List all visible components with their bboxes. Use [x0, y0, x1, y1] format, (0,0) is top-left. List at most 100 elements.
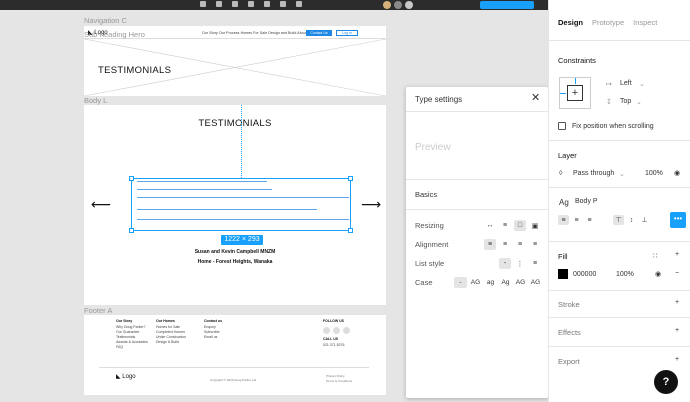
footer-link[interactable]: Email us	[204, 335, 222, 340]
hand-tool-icon[interactable]	[280, 1, 286, 7]
tab-design[interactable]: Design	[558, 18, 583, 27]
facebook-icon[interactable]	[323, 327, 330, 334]
share-button[interactable]	[480, 1, 534, 9]
resize-handle[interactable]	[129, 228, 134, 233]
resizing-options: ↔ ≡ □ ▣	[484, 220, 541, 231]
align-middle-icon[interactable]: ↕	[626, 215, 637, 225]
comment-tool-icon[interactable]	[296, 1, 302, 7]
tab-prototype[interactable]: Prototype	[592, 18, 624, 27]
align-right-icon[interactable]: ≡	[584, 215, 595, 225]
remove-fill-icon[interactable]: −	[675, 270, 679, 277]
constraints-widget[interactable]: +	[559, 77, 591, 109]
arrow-right-icon[interactable]: ⟶	[361, 196, 381, 213]
align-right-icon[interactable]: ≡	[514, 239, 526, 250]
resize-handle[interactable]	[348, 228, 353, 233]
shape-tool-icon[interactable]	[232, 1, 238, 7]
case-forced-small-caps-option[interactable]: AG	[529, 277, 542, 288]
add-fill-icon[interactable]: +	[675, 251, 679, 258]
add-export-icon[interactable]: +	[675, 356, 679, 363]
hero-frame[interactable]: TESTIMONIALS	[83, 38, 387, 97]
avatar[interactable]	[394, 1, 402, 9]
case-small-caps-option[interactable]: AG	[514, 277, 527, 288]
footer-link[interactable]: Design & Build	[156, 340, 186, 345]
linkedin-icon[interactable]	[343, 327, 350, 334]
constraint-left-indicator[interactable]	[560, 93, 566, 94]
eye-icon[interactable]: ◉	[674, 169, 680, 177]
chevron-down-icon[interactable]: ⌄	[639, 80, 645, 88]
align-justify-icon[interactable]: ≡	[529, 239, 541, 250]
toolbar-tool-icons[interactable]	[200, 1, 340, 9]
auto-height-icon[interactable]: ≡	[499, 220, 511, 231]
add-effect-icon[interactable]: +	[675, 327, 679, 334]
constraint-vertical-select[interactable]: Top	[620, 98, 631, 105]
avatar[interactable]	[405, 1, 413, 9]
add-stroke-icon[interactable]: +	[675, 299, 679, 306]
case-none-option[interactable]: -	[454, 277, 467, 288]
nav-login-button[interactable]: Log in	[336, 30, 358, 36]
close-icon[interactable]: ✕	[531, 91, 540, 104]
frame-label-footer[interactable]: Footer A	[84, 306, 112, 315]
selected-text-layer[interactable]: Doug Parker Ltd designed and built our W…	[129, 176, 353, 233]
fill-hex[interactable]: 000000	[573, 271, 596, 278]
frame-label-body[interactable]: Body L	[84, 96, 107, 105]
frame-tool-icon[interactable]	[216, 1, 222, 7]
chevron-down-icon[interactable]: ⌄	[619, 170, 625, 178]
case-title-option[interactable]: Ag	[499, 277, 512, 288]
footer-link[interactable]: FAQ	[116, 345, 148, 350]
frame-label-hero[interactable]: Sub-heading Hero	[84, 30, 145, 39]
footer-phone[interactable]: 021 371 8276	[323, 343, 350, 348]
style-grid-icon[interactable]: ∷	[653, 252, 657, 260]
hero-title: TESTIMONIALS	[98, 65, 172, 76]
case-upper-option[interactable]: AG	[469, 277, 482, 288]
frame-label-navigation[interactable]: Navigation C	[84, 16, 127, 25]
spacing-guide	[241, 105, 242, 178]
help-button[interactable]: ?	[654, 370, 678, 394]
blend-mode-select[interactable]: Pass through	[573, 170, 614, 177]
avatar[interactable]	[383, 1, 391, 9]
divider	[406, 209, 548, 210]
body-frame[interactable]: TESTIMONIALS ⟵ ⟶ Doug Parker Ltd designe…	[84, 105, 386, 305]
tab-inspect[interactable]: Inspect	[633, 18, 657, 27]
text-tool-icon[interactable]	[264, 1, 270, 7]
constraint-top-indicator[interactable]	[575, 78, 576, 84]
chevron-down-icon[interactable]: ⌄	[636, 98, 642, 106]
divider	[549, 241, 690, 242]
auto-width-icon[interactable]: ↔	[484, 220, 496, 231]
align-center-icon[interactable]: ≡	[499, 239, 511, 250]
footer-column-contact: Contact us Enquiry Subscribe Email us	[204, 319, 222, 340]
align-center-icon[interactable]: ≡	[571, 215, 582, 225]
panel-tabs: Design Prototype Inspect	[558, 18, 657, 27]
constraint-horizontal-select[interactable]: Left	[620, 80, 632, 87]
nav-contact-button[interactable]: Contact Us	[306, 30, 332, 36]
terms-link[interactable]: Terms & Conditions	[326, 379, 352, 384]
pen-tool-icon[interactable]	[248, 1, 254, 7]
align-left-icon[interactable]: ≡	[484, 239, 496, 250]
case-lower-option[interactable]: ag	[484, 277, 497, 288]
fixed-size-icon[interactable]: □	[514, 220, 526, 231]
resize-handle[interactable]	[129, 176, 134, 181]
fill-opacity[interactable]: 100%	[616, 271, 634, 278]
arrow-left-icon[interactable]: ⟵	[91, 196, 111, 213]
resize-handle[interactable]	[348, 176, 353, 181]
fix-position-checkbox[interactable]	[558, 122, 566, 130]
bulleted-list-icon[interactable]: ⋮	[514, 258, 526, 269]
truncate-icon[interactable]: ▣	[529, 220, 541, 231]
align-bottom-icon[interactable]: ⊥	[639, 215, 650, 225]
footer-frame[interactable]: Our Story Why Doug Parker? Our Guarantee…	[84, 315, 386, 395]
eye-icon[interactable]: ◉	[655, 270, 661, 278]
align-left-icon[interactable]: ≡	[558, 215, 569, 225]
fill-color-swatch[interactable]	[558, 269, 568, 279]
instagram-icon[interactable]	[333, 327, 340, 334]
move-tool-icon[interactable]	[200, 1, 206, 7]
align-top-icon[interactable]: ⊤	[613, 215, 624, 225]
list-none-icon[interactable]: -	[499, 258, 511, 269]
fix-position-label: Fix position when scrolling	[572, 123, 654, 130]
testimonial-line: We were impressed by the attention to de…	[137, 209, 317, 210]
text-style-name[interactable]: Body P	[575, 198, 598, 205]
numbered-list-icon[interactable]: ≡	[529, 258, 541, 269]
layer-opacity[interactable]: 100%	[645, 170, 663, 177]
type-settings-button[interactable]: •••	[670, 212, 686, 228]
list-style-options: - ⋮ ≡	[499, 258, 541, 269]
dimension-badge: 1222 × 293	[221, 235, 263, 245]
fill-title: Fill	[558, 252, 568, 261]
